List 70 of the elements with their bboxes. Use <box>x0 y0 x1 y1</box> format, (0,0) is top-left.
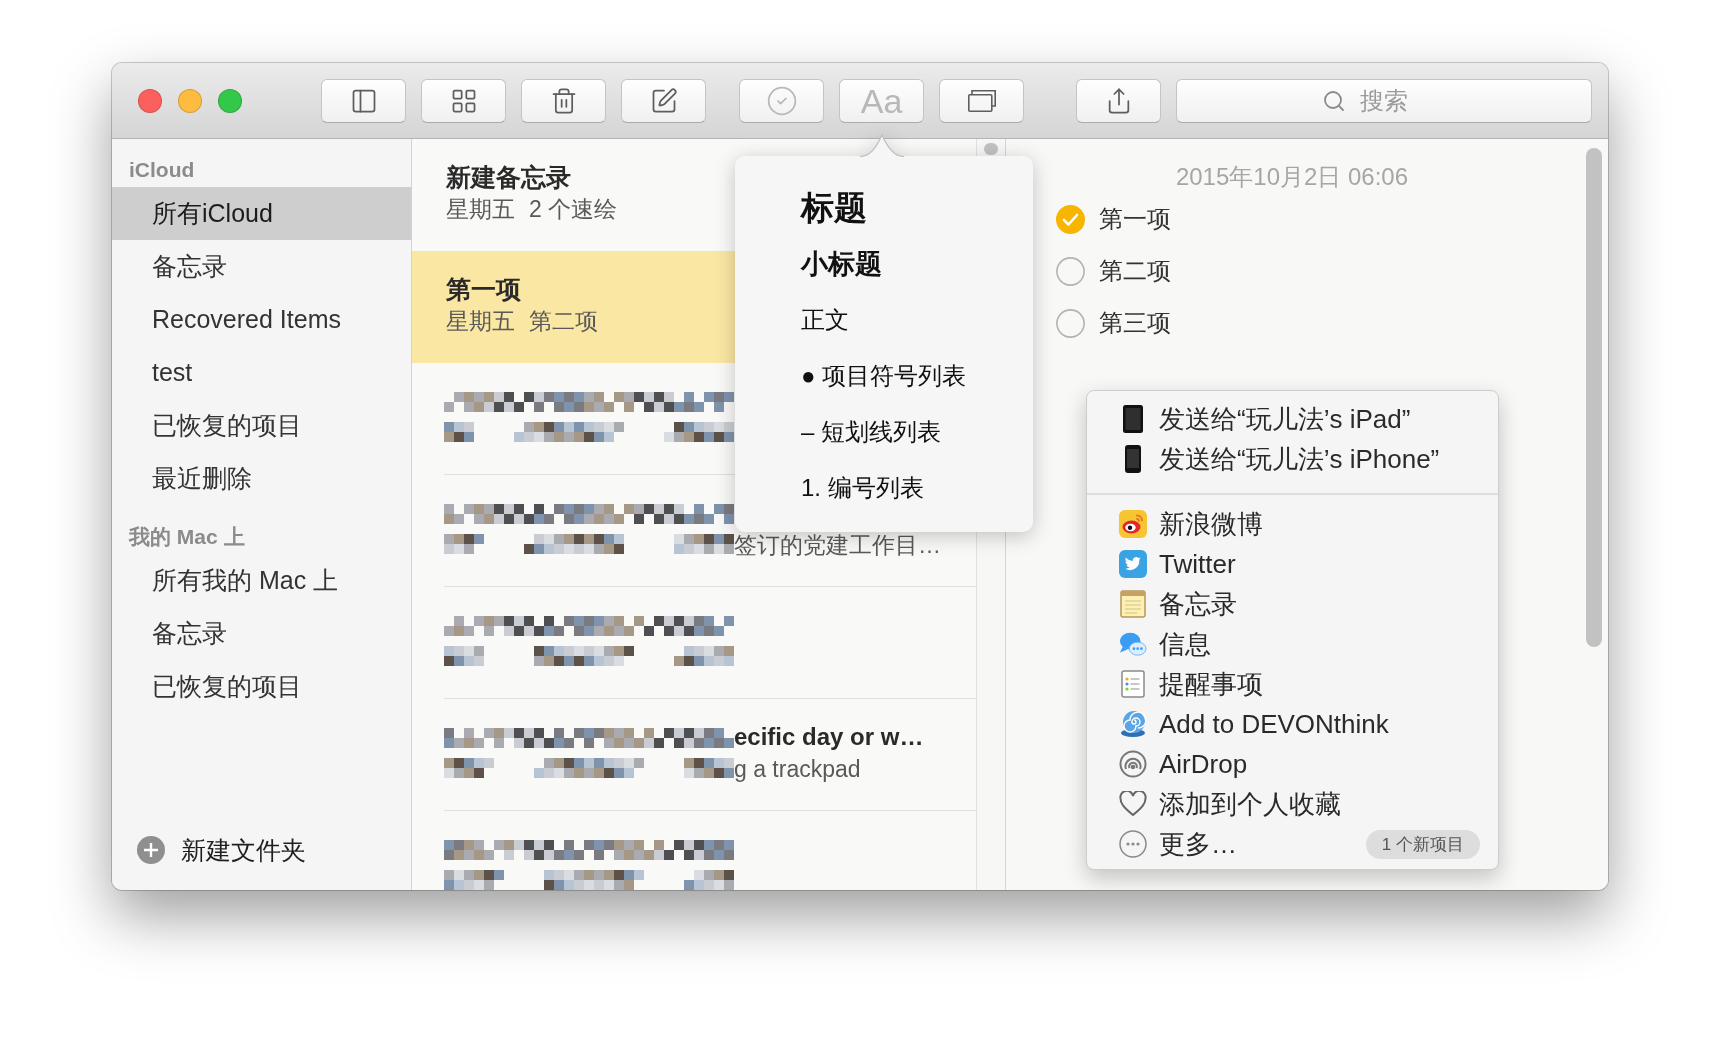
sidebar-item[interactable]: 备忘录 <box>112 240 411 293</box>
format-style-option[interactable]: 标题 <box>801 180 867 236</box>
new-note-button[interactable] <box>621 78 706 123</box>
sidebar-section-header: 我的 Mac 上 <box>129 524 245 550</box>
sidebar-toggle-button[interactable] <box>321 78 406 123</box>
checklist-item-text: 第二项 <box>1099 256 1171 286</box>
swirl-icon <box>1119 710 1147 738</box>
format-style-option[interactable]: – 短划线列表 <box>801 404 941 460</box>
sidebar-item[interactable]: 已恢复的项目 <box>112 399 411 452</box>
share-menu-item[interactable]: 信息 <box>1087 624 1498 664</box>
sidebar-item[interactable]: test <box>112 346 411 399</box>
sidebar-item[interactable]: Recovered Items <box>112 293 411 346</box>
sidebar-section-header: iCloud <box>129 157 195 183</box>
stacked-windows-icon <box>966 88 997 113</box>
share-menu-item[interactable]: Add to DEVONthink <box>1087 704 1498 744</box>
add-icon <box>137 836 165 864</box>
format-style-option[interactable]: 1. 编号列表 <box>801 460 924 516</box>
search-field[interactable]: 搜索 <box>1176 78 1592 123</box>
speech-bubbles-icon <box>1119 630 1147 658</box>
sidebar-item[interactable]: 所有我的 Mac 上 <box>112 554 411 607</box>
note-timestamp: 2015年10月2日 06:06 <box>1175 162 1409 192</box>
note-title: ecific day or w… <box>734 722 924 752</box>
phone-icon <box>1125 445 1141 473</box>
note-date: 星期五 <box>446 307 515 336</box>
list-paper-icon <box>1120 670 1146 698</box>
delete-button[interactable] <box>521 78 606 123</box>
scrollbar-thumb[interactable] <box>984 143 998 155</box>
sidebar-item[interactable]: 最近删除 <box>112 452 411 505</box>
share-menu-item[interactable]: Twitter <box>1087 544 1498 584</box>
share-menu-item[interactable]: 备忘录 <box>1087 584 1498 624</box>
note-preview: 签订的党建工作目… <box>734 531 941 560</box>
format-style-option[interactable]: 正文 <box>801 292 849 348</box>
close-button[interactable] <box>138 88 162 113</box>
share-button[interactable] <box>1076 78 1161 123</box>
sidebar-item[interactable]: 备忘录 <box>112 607 411 660</box>
checkbox[interactable] <box>1056 256 1085 286</box>
grid-view-button[interactable] <box>421 78 506 123</box>
note-preview: 第二项 <box>529 307 598 336</box>
eye-logo-icon <box>1119 510 1147 538</box>
note-preview: g a trackpad <box>734 755 861 784</box>
check-circle-icon <box>765 84 798 117</box>
scrollbar-thumb[interactable] <box>1586 148 1602 647</box>
share-menu-item[interactable]: 发送给“玩儿法’s iPad” <box>1087 399 1498 439</box>
share-menu-item[interactable]: 发送给“玩儿法’s iPhone” <box>1087 439 1498 479</box>
share-menu-item[interactable]: 新浪微博 <box>1087 504 1498 544</box>
checkbox[interactable] <box>1056 204 1085 234</box>
notepad-icon <box>1120 590 1146 618</box>
checklist-item-text: 第一项 <box>1099 204 1171 234</box>
share-menu-item[interactable]: 更多… 1 个新项目 <box>1087 824 1498 864</box>
share-menu-item[interactable]: 提醒事项 <box>1087 664 1498 704</box>
note-preview: 2 个速绘 <box>529 195 618 224</box>
checklist-item-text: 第三项 <box>1099 308 1171 338</box>
share-menu-item[interactable]: AirDrop <box>1087 744 1498 784</box>
tablet-icon <box>1123 405 1143 433</box>
bird-icon <box>1119 550 1147 578</box>
new-folder-button[interactable]: 新建文件夹 <box>137 830 306 870</box>
checkbox[interactable] <box>1056 308 1085 338</box>
signal-rings-icon <box>1119 750 1147 778</box>
note-list-item[interactable]: ecific day or w… g a trackpad <box>412 699 976 811</box>
search-icon <box>1322 88 1346 113</box>
note-title: 新建备忘录 <box>446 162 571 193</box>
sidebar-item[interactable]: 所有iCloud <box>112 187 411 240</box>
heart-icon <box>1119 791 1147 817</box>
note-date: 星期五 <box>446 195 515 224</box>
more-icon <box>1119 830 1147 858</box>
share-menu-item[interactable]: 添加到个人收藏 <box>1087 784 1498 824</box>
window-button[interactable] <box>939 78 1024 123</box>
sidebar-item[interactable]: 已恢复的项目 <box>112 660 411 713</box>
note-title: 第一项 <box>446 274 521 305</box>
new-items-badge: 1 个新项目 <box>1365 829 1480 859</box>
